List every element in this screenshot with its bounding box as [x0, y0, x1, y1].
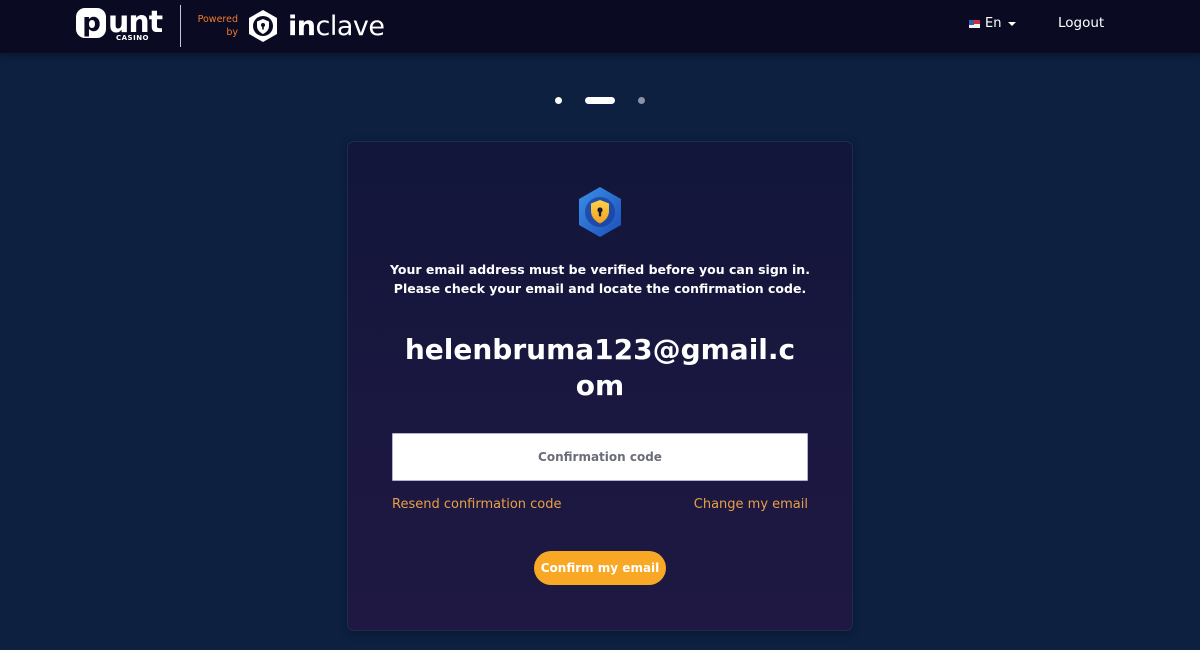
- language-label: En: [985, 16, 1002, 31]
- change-email-link[interactable]: Change my email: [694, 497, 808, 512]
- resend-code-link[interactable]: Resend confirmation code: [392, 497, 562, 512]
- powered-text: Powered: [197, 14, 238, 25]
- powered-by-label: Powered by: [193, 13, 238, 39]
- inclave-wordmark: inclave: [288, 10, 385, 42]
- step-dot-3: [638, 97, 645, 104]
- inclave-suffix: clave: [315, 10, 385, 42]
- us-flag-icon: [969, 19, 980, 28]
- confirmation-code-input[interactable]: [392, 433, 808, 481]
- punt-logo-p: p: [76, 8, 106, 38]
- step-indicator: [0, 96, 1200, 104]
- caret-down-icon: [1008, 21, 1017, 26]
- brand-divider: [180, 5, 181, 47]
- message-line-1: Your email address must be verified befo…: [390, 262, 810, 277]
- user-email: helenbruma123@gmail.com: [404, 333, 796, 402]
- top-header: p unt CASINO Powered by inclave En Logout: [0, 0, 1200, 53]
- shield-lock-icon: [579, 187, 621, 237]
- step-dot-2-active: [585, 97, 615, 104]
- punt-logo-subtitle: CASINO: [116, 34, 150, 42]
- logout-button[interactable]: Logout: [1058, 15, 1104, 31]
- email-verification-card: Your email address must be verified befo…: [348, 142, 852, 630]
- punt-casino-logo[interactable]: p unt CASINO: [76, 4, 168, 48]
- language-selector[interactable]: En: [969, 16, 1017, 31]
- inclave-prefix: in: [288, 10, 316, 42]
- message-line-2: Please check your email and locate the c…: [393, 281, 807, 296]
- step-dot-1: [555, 97, 562, 104]
- confirm-email-button[interactable]: Confirm my email: [534, 551, 666, 585]
- inclave-shield-icon: [249, 10, 277, 42]
- brand-logos[interactable]: p unt CASINO Powered by inclave: [76, 4, 385, 48]
- verification-message: Your email address must be verified befo…: [348, 260, 852, 298]
- by-text: by: [226, 27, 238, 38]
